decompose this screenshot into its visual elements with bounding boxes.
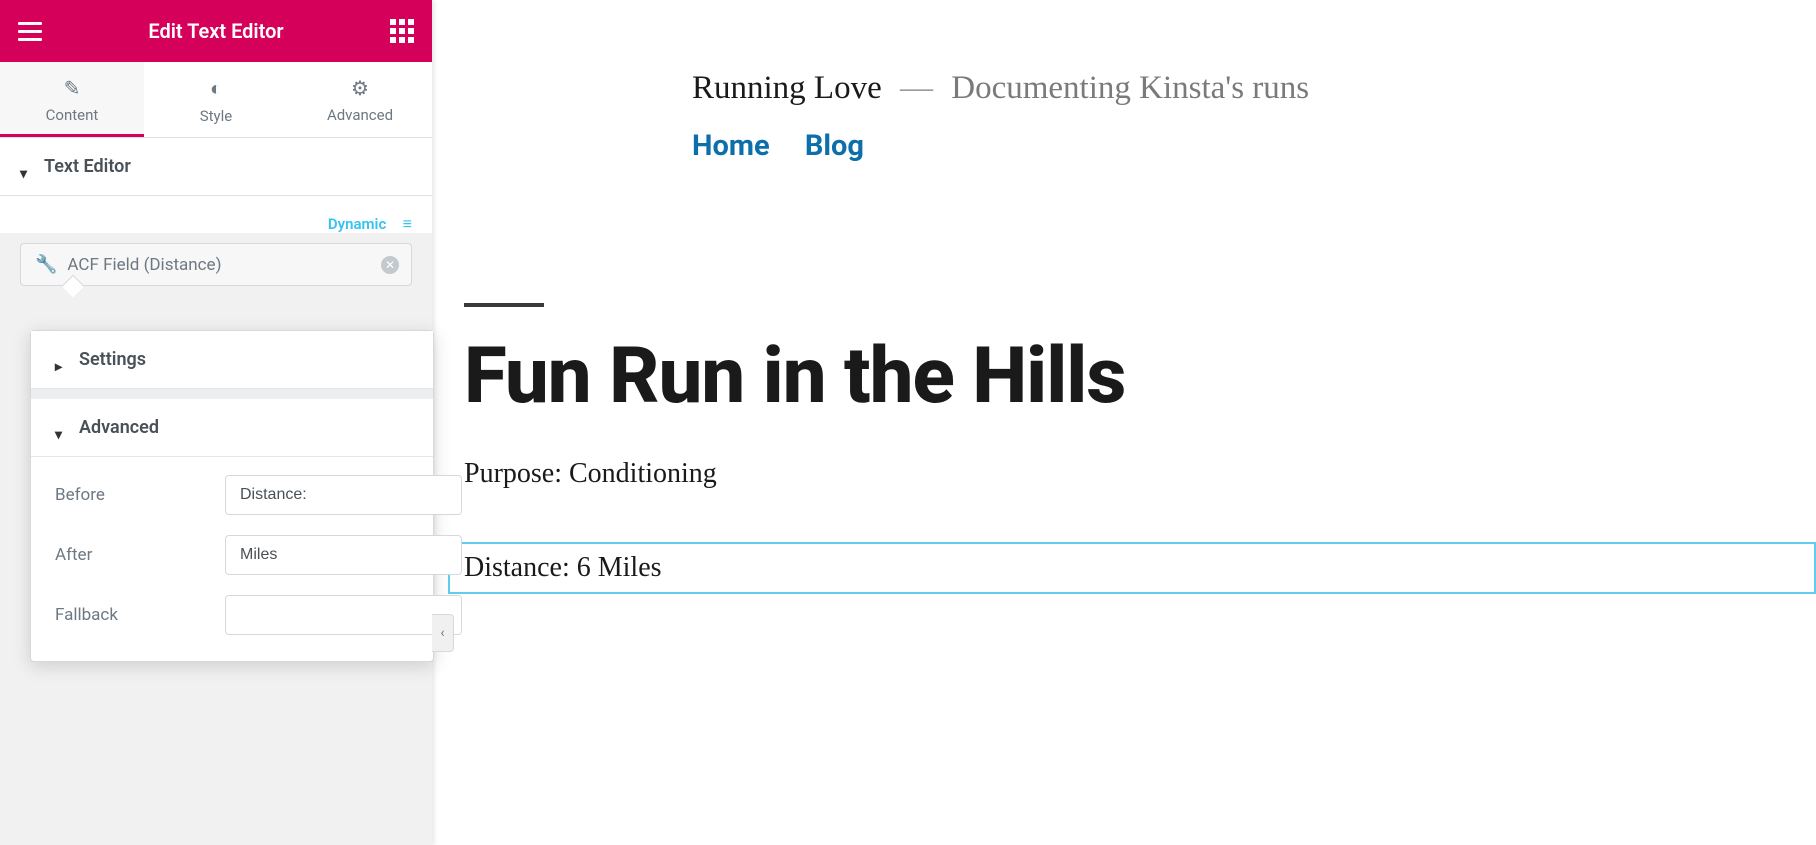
section-text-editor[interactable]: Text Editor xyxy=(0,138,432,196)
caret-down-icon xyxy=(55,423,65,433)
tab-content[interactable]: ✎ Content xyxy=(0,62,144,137)
dynamic-toggle[interactable]: Dynamic xyxy=(0,196,432,233)
distance-text: Distance: 6 Miles xyxy=(464,552,1800,584)
collapse-panel-button[interactable]: ‹ xyxy=(432,614,454,652)
topbar-title: Edit Text Editor xyxy=(148,19,283,43)
caret-right-icon xyxy=(55,355,65,365)
database-icon xyxy=(398,214,412,228)
hamburger-icon[interactable] xyxy=(18,19,42,43)
wrench-icon: 🔧 xyxy=(35,254,57,275)
title-rule xyxy=(464,303,544,307)
section-advanced[interactable]: Advanced xyxy=(31,399,433,457)
dash: — xyxy=(890,70,943,106)
nav-home-link[interactable]: Home xyxy=(692,129,770,163)
section-label: Settings xyxy=(79,349,146,370)
tab-advanced[interactable]: ⚙ Advanced xyxy=(288,62,432,137)
after-label: After xyxy=(55,545,205,565)
site-title: Running Love xyxy=(692,70,882,106)
site-tagline: Documenting Kinsta's runs xyxy=(951,70,1309,106)
before-label: Before xyxy=(55,485,205,505)
fallback-input[interactable] xyxy=(225,595,462,635)
tab-label: Advanced xyxy=(327,106,393,124)
contrast-icon: ◐ xyxy=(144,76,288,101)
section-settings[interactable]: Settings xyxy=(31,331,433,389)
tab-label: Content xyxy=(46,106,99,124)
advanced-body: Before After Fallback xyxy=(31,457,433,661)
panel-tabs: ✎ Content ◐ Style ⚙ Advanced xyxy=(0,62,432,138)
fallback-label: Fallback xyxy=(55,605,205,625)
after-input[interactable] xyxy=(225,535,462,575)
clear-icon[interactable]: ✕ xyxy=(381,256,399,274)
divider xyxy=(31,389,433,399)
before-input[interactable] xyxy=(225,475,462,515)
editor-sidebar: Edit Text Editor ✎ Content ◐ Style ⚙ Adv… xyxy=(0,0,432,845)
editor-topbar: Edit Text Editor xyxy=(0,0,432,62)
section-label: Text Editor xyxy=(44,156,131,177)
site-nav: Home Blog xyxy=(692,129,1816,163)
purpose-text: Purpose: Conditioning xyxy=(464,458,1816,490)
post-title: Fun Run in the Hills xyxy=(464,331,1816,422)
elements-grid-icon[interactable] xyxy=(390,19,414,43)
tab-style[interactable]: ◐ Style xyxy=(144,62,288,137)
preview-pane: Running Love — Documenting Kinsta's runs… xyxy=(432,0,1816,845)
dynamic-label: Dynamic xyxy=(328,215,386,233)
caret-down-icon xyxy=(20,162,30,172)
popover-arrow xyxy=(62,275,85,298)
section-label: Advanced xyxy=(79,417,159,438)
dynamic-settings-popover: Settings Advanced Before After Fallback xyxy=(30,330,434,662)
nav-blog-link[interactable]: Blog xyxy=(805,129,864,163)
site-header: Running Love — Documenting Kinsta's runs xyxy=(692,70,1816,107)
pencil-icon: ✎ xyxy=(0,76,144,100)
acf-field-label: ACF Field (Distance) xyxy=(67,255,221,275)
gear-icon: ⚙ xyxy=(288,76,432,100)
tab-label: Style xyxy=(200,107,233,125)
dynamic-tag-field[interactable]: 🔧 ACF Field (Distance) ✕ xyxy=(20,243,412,286)
selected-widget-outline[interactable]: Distance: 6 Miles xyxy=(448,542,1816,594)
